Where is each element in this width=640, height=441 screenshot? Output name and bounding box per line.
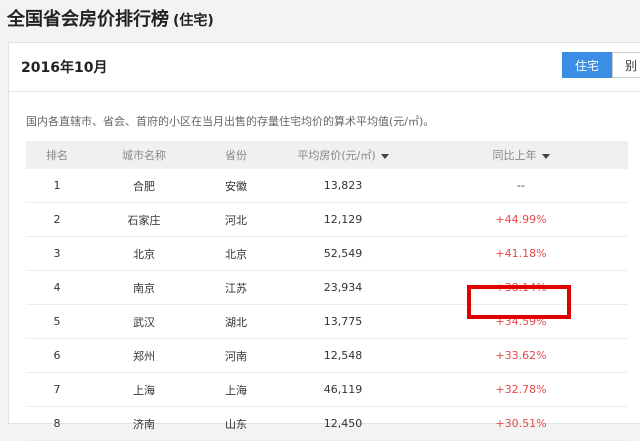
cell-rank: 7	[26, 372, 88, 407]
cell-price: 12,129	[272, 202, 414, 237]
month-label: 2016年10月	[21, 60, 108, 76]
cell-rank: 8	[26, 406, 88, 441]
cell-province: 江苏	[200, 270, 272, 305]
tab-villa[interactable]: 别	[612, 52, 640, 78]
sort-down-icon[interactable]	[541, 153, 550, 159]
table-row[interactable]: 1 合肥 安徽 13,823 --	[26, 169, 628, 203]
cell-price: 12,548	[272, 338, 414, 373]
cell-change: +44.99%	[414, 202, 628, 237]
cell-province: 河南	[200, 338, 272, 373]
cell-city: 北京	[88, 236, 200, 271]
cell-price: 12,450	[272, 406, 414, 441]
table-row[interactable]: 6 郑州 河南 12,548 +33.62%	[26, 338, 628, 373]
col-city: 城市名称	[88, 141, 200, 169]
cell-price: 52,549	[272, 236, 414, 271]
cell-city: 郑州	[88, 338, 200, 373]
ranking-panel: 2016年10月 住宅 别 国内各直辖市、省会、首府的小区在当月出售的存量住宅均…	[8, 42, 640, 441]
cell-change: +32.78%	[414, 372, 628, 407]
cell-province: 河北	[200, 202, 272, 237]
table-row[interactable]: 8 济南 山东 12,450 +30.51%	[26, 406, 628, 441]
page-subtitle: (住宅)	[173, 13, 214, 29]
cell-rank: 6	[26, 338, 88, 373]
col-province: 省份	[200, 141, 272, 169]
panel-header: 2016年10月 住宅 别	[9, 43, 640, 92]
cell-price: 23,934	[272, 270, 414, 305]
tab-residential[interactable]: 住宅	[562, 52, 612, 78]
table-row[interactable]: 2 石家庄 河北 12,129 +44.99%	[26, 202, 628, 237]
cell-province: 北京	[200, 236, 272, 271]
cell-city: 合肥	[88, 169, 200, 203]
cell-price: 46,119	[272, 372, 414, 407]
col-avg-price-label: 平均房价(元/㎡)	[297, 149, 376, 162]
cell-province: 安徽	[200, 169, 272, 203]
cell-rank: 2	[26, 202, 88, 237]
table-row[interactable]: 7 上海 上海 46,119 +32.78%	[26, 372, 628, 407]
table-row[interactable]: 3 北京 北京 52,549 +41.18%	[26, 236, 628, 271]
highlight-box	[467, 285, 571, 319]
cell-change: +33.62%	[414, 338, 628, 373]
col-yoy-change-label: 同比上年	[492, 149, 537, 162]
table-description: 国内各直辖市、省会、首府的小区在当月出售的存量住宅均价的算术平均值(元/㎡)。	[26, 115, 435, 128]
cell-change: --	[414, 169, 628, 203]
cell-city: 石家庄	[88, 202, 200, 237]
cell-province: 山东	[200, 406, 272, 441]
cell-city: 上海	[88, 372, 200, 407]
col-yoy-change[interactable]: 同比上年	[414, 141, 628, 169]
cell-change: +30.51%	[414, 406, 628, 441]
table-header-row: 排名 城市名称 省份 平均房价(元/㎡) 同比上年	[26, 141, 628, 169]
col-avg-price[interactable]: 平均房价(元/㎡)	[272, 141, 414, 169]
cell-city: 南京	[88, 270, 200, 305]
cell-rank: 3	[26, 236, 88, 271]
cell-rank: 4	[26, 270, 88, 305]
cell-rank: 1	[26, 169, 88, 203]
cell-price: 13,823	[272, 169, 414, 203]
page-title: 全国省会房价排行榜 (住宅)	[7, 5, 214, 33]
sort-down-icon[interactable]	[380, 153, 389, 159]
cell-rank: 5	[26, 304, 88, 339]
col-rank: 排名	[26, 141, 88, 169]
cell-change: +41.18%	[414, 236, 628, 271]
page-title-text: 全国省会房价排行榜	[7, 9, 169, 30]
cell-city: 济南	[88, 406, 200, 441]
cell-province: 上海	[200, 372, 272, 407]
cell-province: 湖北	[200, 304, 272, 339]
cell-price: 13,775	[272, 304, 414, 339]
type-tabs: 住宅 别	[562, 52, 640, 78]
cell-city: 武汉	[88, 304, 200, 339]
